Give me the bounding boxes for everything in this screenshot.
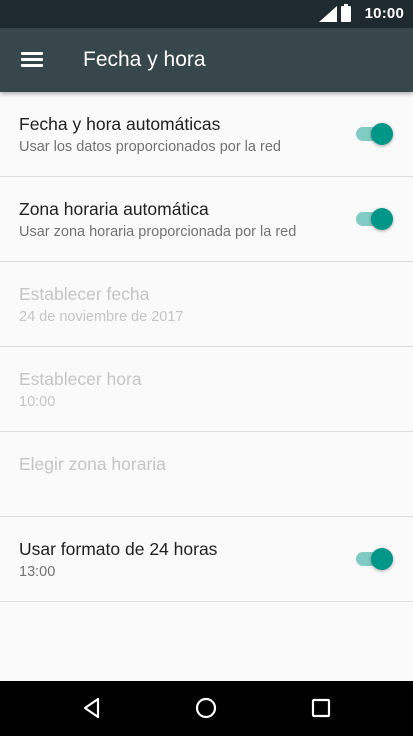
setting-title: Elegir zona horaria <box>19 454 166 474</box>
setting-title: Fecha y hora automáticas <box>19 114 221 134</box>
home-icon[interactable] <box>193 695 219 721</box>
back-icon[interactable] <box>79 695 105 721</box>
setting-set-date[interactable]: Establecer fecha 24 de noviembre de 2017 <box>0 262 413 347</box>
auto-date-time-switch[interactable] <box>354 123 393 145</box>
battery-icon <box>341 4 351 22</box>
navigation-bar <box>0 681 413 736</box>
setting-auto-date-time[interactable]: Fecha y hora automáticas Usar los datos … <box>0 92 413 177</box>
app-bar: Fecha y hora <box>0 28 413 92</box>
setting-select-timezone[interactable]: Elegir zona horaria <box>0 432 413 517</box>
setting-title: Establecer hora <box>19 369 142 389</box>
status-bar: 10:00 <box>0 0 413 28</box>
setting-subtitle: 13:00 <box>19 564 56 580</box>
setting-title: Usar formato de 24 horas <box>19 539 218 559</box>
auto-timezone-switch[interactable] <box>354 208 393 230</box>
setting-subtitle: Usar zona horaria proporcionada por la r… <box>19 224 297 240</box>
setting-set-time[interactable]: Establecer hora 10:00 <box>0 347 413 432</box>
signal-icon <box>319 6 337 22</box>
setting-subtitle: Usar los datos proporcionados por la red <box>19 139 281 155</box>
status-time: 10:00 <box>364 5 404 22</box>
setting-title: Establecer fecha <box>19 284 150 304</box>
setting-auto-timezone[interactable]: Zona horaria automática Usar zona horari… <box>0 177 413 262</box>
setting-title: Zona horaria automática <box>19 199 209 219</box>
recents-icon[interactable] <box>308 695 334 721</box>
setting-subtitle: 10:00 <box>19 394 56 410</box>
settings-list: Fecha y hora automáticas Usar los datos … <box>0 92 413 602</box>
menu-icon[interactable] <box>21 52 43 68</box>
page-title: Fecha y hora <box>83 48 206 71</box>
24-hour-format-switch[interactable] <box>354 548 393 570</box>
setting-24-hour-format[interactable]: Usar formato de 24 horas 13:00 <box>0 517 413 602</box>
setting-subtitle: 24 de noviembre de 2017 <box>19 309 184 325</box>
